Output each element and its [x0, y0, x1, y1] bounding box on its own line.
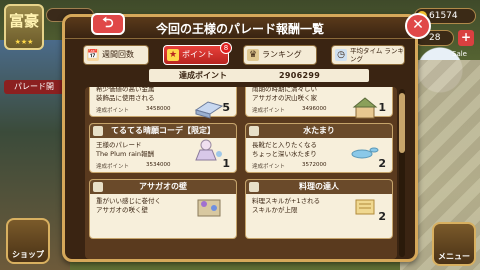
decoration-tag-icon — [249, 126, 259, 136]
reward-card[interactable]: 希少価値の高い金属 装飾品に使用される 達成ポイント 3458000 5 — [89, 87, 237, 119]
achieved-points-bar: 達成ポイント 2906299 — [149, 69, 369, 82]
metal-ingot-icon — [194, 101, 224, 119]
tab-points[interactable]: ★ ポイント 8 — [163, 42, 232, 65]
reward-points-label: 達成ポイント — [96, 164, 130, 170]
reward-count: 2 — [378, 157, 386, 170]
reward-description: 重がいい感じに巻付く アサガオの咲く壁 — [96, 197, 161, 214]
outfit-icon — [195, 139, 222, 161]
tab-badge: 8 — [220, 42, 232, 54]
reward-card[interactable]: 雨期の時期に清々しい アサガオの沢山咲く家 達成ポイント 3496000 1 — [245, 87, 393, 119]
skill-tag-icon — [249, 182, 259, 192]
rank-label: 富豪 — [8, 12, 39, 30]
reward-title: 水たまり — [246, 124, 392, 138]
reward-list[interactable]: 希少価値の高い金属 装飾品に使用される 達成ポイント 3458000 5 雨期の… — [85, 87, 397, 259]
reward-points-value: 3534000 — [146, 162, 171, 168]
scrollbar[interactable] — [399, 89, 405, 257]
tab-weekly-count[interactable]: 📅 週間回数 — [83, 45, 149, 65]
reward-count: 2 — [378, 210, 386, 223]
reward-count: 5 — [222, 101, 230, 114]
points-icon: ★ — [167, 49, 179, 61]
reward-title: 料理の達人 — [246, 180, 392, 194]
scrollbar-thumb[interactable] — [399, 93, 405, 153]
reward-title: アサガオの壁 — [90, 180, 236, 194]
reward-list-dialog: 今回の王様のパレード報酬一覧 ⮌ ✕ 📅 週間回数 ★ ポイント 8 ♛ ランキ… — [62, 13, 431, 262]
ranking-icon: ♛ — [247, 49, 259, 61]
sale-label[interactable]: Sale — [452, 50, 467, 58]
puddle-icon — [351, 147, 379, 159]
reward-description: 雨期の時期に清々しい アサガオの沢山咲く家 — [252, 87, 317, 102]
points-value: 2906299 — [279, 71, 321, 80]
shop-label: ショップ — [12, 250, 44, 259]
reward-points-label: 達成ポイント — [96, 108, 130, 114]
menu-button[interactable]: メニュー — [432, 222, 476, 266]
reward-title: てるてる晴願コーデ【限定】 — [90, 124, 236, 138]
reward-points-value: 3496000 — [302, 106, 327, 112]
reward-card[interactable]: 料理の達人 料理スキルが+1される スキルかが上限 2 — [245, 179, 393, 239]
reward-description: 王様のパレード The Plum rain報酬 — [96, 141, 154, 158]
tab-average-time-ranking[interactable]: ◷ 平均タイム ランキング — [331, 45, 405, 65]
reward-points-label: 達成ポイント — [252, 108, 286, 114]
reward-count: 1 — [378, 101, 386, 114]
reward-description: 長靴だと入りたくなる ちょっと深い水たまり — [252, 141, 317, 158]
reward-points-value: 3458000 — [146, 106, 171, 112]
close-button[interactable]: ✕ — [405, 13, 431, 39]
outfit-tag-icon — [93, 126, 103, 136]
reward-points-value: 3572000 — [302, 162, 327, 168]
reward-card[interactable]: てるてる晴願コーデ【限定】 王様のパレード The Plum rain報酬 達成… — [89, 123, 237, 173]
parade-tag[interactable]: パレード開 — [4, 80, 70, 94]
wall-icon — [197, 199, 221, 217]
rank-stars: ★★★ — [14, 38, 34, 46]
reward-card[interactable]: 水たまり 長靴だと入りたくなる ちょっと深い水たまり 達成ポイント 357200… — [245, 123, 393, 173]
cooking-icon — [355, 199, 375, 215]
shop-button[interactable]: ショップ — [6, 218, 50, 264]
house-icon — [352, 97, 378, 119]
clock-icon: ◷ — [335, 49, 347, 61]
menu-label: メニュー — [438, 252, 470, 261]
reward-description: 希少価値の高い金属 装飾品に使用される — [96, 87, 155, 102]
decoration-tag-icon — [93, 182, 103, 192]
reward-points-label: 達成ポイント — [252, 164, 286, 170]
tab-bar: 📅 週間回数 ★ ポイント 8 ♛ ランキング ◷ 平均タイム ランキング — [83, 42, 405, 65]
reward-card[interactable]: アサガオの壁 重がいい感じに巻付く アサガオの咲く壁 — [89, 179, 237, 239]
calendar-icon: 📅 — [87, 49, 99, 61]
rank-badge[interactable]: 富豪 ★★★ — [4, 4, 44, 50]
points-label: 達成ポイント — [179, 71, 227, 80]
add-gems-button[interactable]: + — [458, 30, 474, 46]
reward-description: 料理スキルが+1される スキルかが上限 — [252, 197, 321, 214]
reward-count: 1 — [222, 157, 230, 170]
back-button[interactable]: ⮌ — [91, 13, 125, 35]
tab-ranking[interactable]: ♛ ランキング — [243, 45, 317, 65]
